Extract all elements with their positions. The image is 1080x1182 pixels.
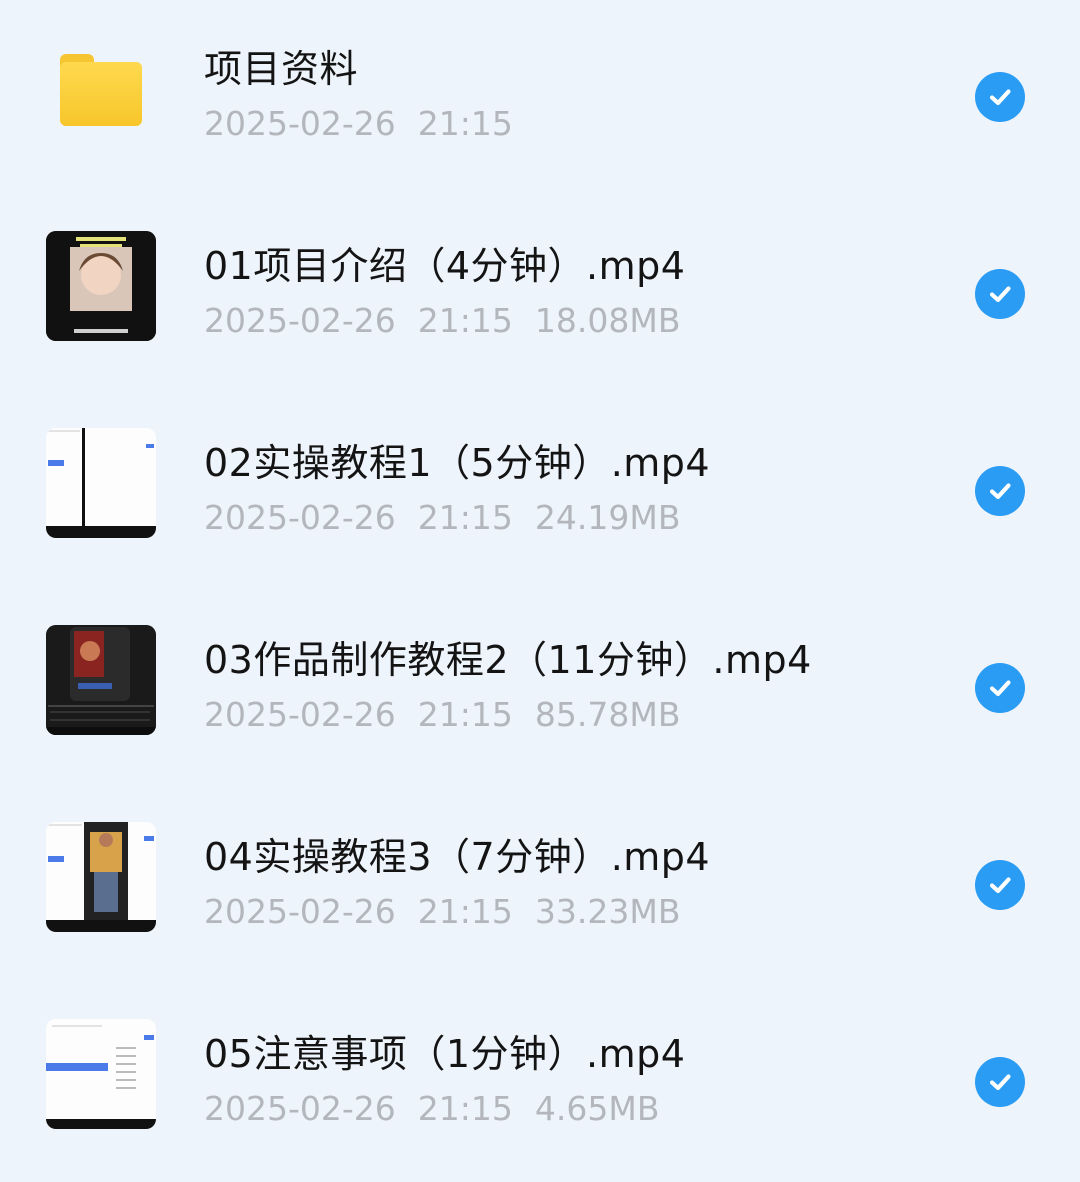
- video-thumbnail: [46, 625, 156, 735]
- file-size: 18.08MB: [534, 301, 681, 340]
- checkmark-icon[interactable]: [975, 466, 1025, 516]
- file-name: 05注意事项（1分钟）.mp4: [204, 1032, 686, 1076]
- file-list: 项目资料 2025-02-26 21:15 01项目介绍（4分钟）.mp4 202…: [0, 0, 1080, 1173]
- checkmark-icon[interactable]: [975, 72, 1025, 122]
- file-size: 24.19MB: [534, 498, 681, 537]
- list-item[interactable]: 02实操教程1（5分钟）.mp4 2025-02-26 21:15 24.19MB: [0, 394, 1080, 591]
- folder-icon: [60, 54, 142, 126]
- file-size: 4.65MB: [534, 1089, 660, 1128]
- file-date: 2025-02-26: [204, 498, 396, 537]
- file-name: 项目资料: [204, 47, 359, 91]
- file-meta: 2025-02-26 21:15 85.78MB: [204, 695, 702, 734]
- file-name: 04实操教程3（7分钟）.mp4: [204, 835, 711, 879]
- file-time: 21:15: [417, 104, 513, 143]
- video-thumbnail: [46, 231, 156, 341]
- file-time: 21:15: [417, 695, 513, 734]
- file-meta: 2025-02-26 21:15: [204, 104, 535, 143]
- file-date: 2025-02-26: [204, 104, 396, 143]
- file-name: 01项目介绍（4分钟）.mp4: [204, 244, 686, 288]
- file-meta: 2025-02-26 21:15 18.08MB: [204, 301, 702, 340]
- checkmark-icon[interactable]: [975, 663, 1025, 713]
- file-size: 85.78MB: [534, 695, 681, 734]
- list-item[interactable]: 03作品制作教程2（11分钟）.mp4 2025-02-26 21:15 85.78…: [0, 591, 1080, 788]
- list-item[interactable]: 05注意事项（1分钟）.mp4 2025-02-26 21:15 4.65MB: [0, 985, 1080, 1182]
- file-date: 2025-02-26: [204, 301, 396, 340]
- file-meta: 2025-02-26 21:15 4.65MB: [204, 1089, 681, 1128]
- file-size: 33.23MB: [534, 892, 681, 931]
- file-meta: 2025-02-26 21:15 33.23MB: [204, 892, 702, 931]
- file-time: 21:15: [417, 301, 513, 340]
- checkmark-icon[interactable]: [975, 860, 1025, 910]
- file-name: 02实操教程1（5分钟）.mp4: [204, 441, 711, 485]
- file-time: 21:15: [417, 1089, 513, 1128]
- file-time: 21:15: [417, 892, 513, 931]
- list-item[interactable]: 01项目介绍（4分钟）.mp4 2025-02-26 21:15 18.08MB: [0, 197, 1080, 394]
- file-meta: 2025-02-26 21:15 24.19MB: [204, 498, 702, 537]
- checkmark-icon[interactable]: [975, 269, 1025, 319]
- file-date: 2025-02-26: [204, 695, 396, 734]
- video-thumbnail: [46, 822, 156, 932]
- video-thumbnail: [46, 428, 156, 538]
- file-date: 2025-02-26: [204, 892, 396, 931]
- file-name: 03作品制作教程2（11分钟）.mp4: [204, 638, 812, 682]
- file-date: 2025-02-26: [204, 1089, 396, 1128]
- list-item[interactable]: 04实操教程3（7分钟）.mp4 2025-02-26 21:15 33.23MB: [0, 788, 1080, 985]
- list-item[interactable]: 项目资料 2025-02-26 21:15: [0, 0, 1080, 197]
- file-time: 21:15: [417, 498, 513, 537]
- checkmark-icon[interactable]: [975, 1057, 1025, 1107]
- video-thumbnail: [46, 1019, 156, 1129]
